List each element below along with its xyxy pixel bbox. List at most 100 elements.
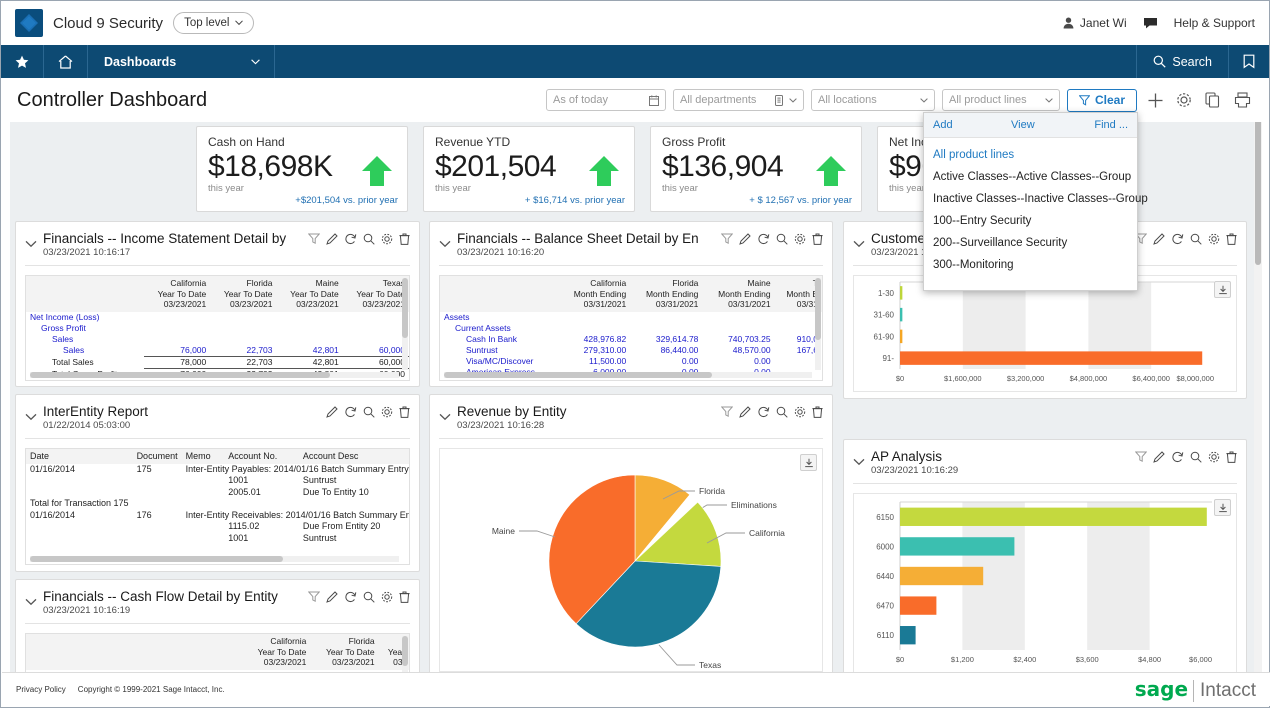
kpi-card-revenue-ytd[interactable]: Revenue YTD $201,504 this year + $16,714…: [423, 126, 635, 212]
panel-collapse-toggle[interactable]: [853, 449, 871, 471]
edit-icon[interactable]: [739, 233, 751, 245]
dropdown-find-link[interactable]: Find ...: [1094, 119, 1128, 131]
download-icon[interactable]: [1214, 281, 1231, 298]
canvas-scrollbar[interactable]: [1254, 113, 1262, 673]
bar[interactable]: [900, 626, 916, 644]
edit-icon[interactable]: [1153, 233, 1165, 245]
edit-icon[interactable]: [326, 591, 338, 603]
download-icon[interactable]: [800, 454, 817, 471]
chat-bubble-icon[interactable]: [1143, 17, 1158, 29]
filter-icon[interactable]: [308, 233, 320, 245]
panel-collapse-toggle[interactable]: [853, 231, 871, 253]
ap-analysis-chart[interactable]: 61506000644064706110$0$1,200$2,400$3,600…: [853, 493, 1237, 673]
dropdown-view-link[interactable]: View: [1011, 119, 1094, 131]
table-row[interactable]: 1115.02Due From Entity 20200: [26, 521, 410, 533]
filter-icon[interactable]: [1135, 451, 1147, 463]
as-of-date-input[interactable]: As of today: [546, 89, 666, 111]
report-vertical-scrollbar[interactable]: [402, 278, 408, 370]
report-horizontal-scrollbar[interactable]: [444, 372, 812, 378]
table-row[interactable]: Total for Transaction 175: [26, 498, 410, 510]
dropdown-option[interactable]: 200--Surveillance Security: [924, 232, 1137, 254]
search-icon[interactable]: [776, 406, 788, 418]
department-filter[interactable]: All departments: [673, 89, 804, 111]
home-button[interactable]: [44, 45, 88, 78]
product-line-filter[interactable]: All product lines: [942, 89, 1060, 111]
gear-icon[interactable]: [381, 233, 393, 245]
print-icon[interactable]: [1231, 89, 1253, 111]
table-row[interactable]: Cash In Bank428,976.82329,614.78740,703.…: [440, 334, 822, 345]
table-row[interactable]: Net Income (Loss): [26, 312, 409, 323]
bar[interactable]: [900, 567, 983, 585]
panel-collapse-toggle[interactable]: [25, 589, 43, 611]
panel-collapse-toggle[interactable]: [25, 404, 43, 426]
refresh-icon[interactable]: [344, 233, 357, 245]
filter-icon[interactable]: [308, 591, 320, 603]
canvas-scrollbar-thumb[interactable]: [1255, 115, 1261, 265]
report-vertical-scrollbar[interactable]: [815, 278, 821, 370]
gear-icon[interactable]: [1208, 451, 1220, 463]
report-vertical-scrollbar[interactable]: [402, 636, 408, 673]
dropdown-add-link[interactable]: Add: [933, 119, 1011, 131]
table-row[interactable]: Petty Cash10,125.2518,000.0010,000.0050,…: [440, 378, 822, 382]
refresh-icon[interactable]: [344, 591, 357, 603]
panel-collapse-toggle[interactable]: [439, 404, 457, 426]
delete-icon[interactable]: [399, 591, 410, 603]
panel-collapse-toggle[interactable]: [25, 231, 43, 253]
table-row[interactable]: Sales76,00022,70342,80160,000: [26, 345, 409, 357]
dropdown-option[interactable]: All product lines: [924, 144, 1137, 166]
gear-icon[interactable]: [1208, 233, 1220, 245]
copy-icon[interactable]: [1202, 89, 1224, 111]
balance-sheet-report[interactable]: CaliforniaMonth Ending03/31/2021FloridaM…: [439, 275, 823, 381]
refresh-icon[interactable]: [757, 406, 770, 418]
table-row[interactable]: Suntrust279,310.0086,440.0048,570.00167,…: [440, 345, 822, 356]
dropdown-option[interactable]: Inactive Classes--Inactive Classes--Grou…: [924, 188, 1137, 210]
kpi-card-cash-on-hand[interactable]: Cash on Hand $18,698K this year +$201,50…: [196, 126, 408, 212]
gear-icon[interactable]: [1173, 89, 1195, 111]
gear-icon[interactable]: [794, 233, 806, 245]
cash-flow-report[interactable]: CaliforniaYear To Date03/23/2021FloridaY…: [25, 633, 410, 673]
dropdown-option[interactable]: 300--Monitoring: [924, 254, 1137, 276]
favorites-star-button[interactable]: [1, 45, 44, 78]
revenue-by-entity-chart[interactable]: FloridaEliminationsCaliforniaTexasMaine: [439, 448, 823, 672]
table-row[interactable]: Total Net Income (Loss)76,00022,70342,80…: [26, 380, 409, 381]
table-row[interactable]: Gross Profit: [26, 323, 409, 334]
gear-icon[interactable]: [794, 406, 806, 418]
bar[interactable]: [900, 308, 902, 321]
delete-icon[interactable]: [1226, 451, 1237, 463]
panel-collapse-toggle[interactable]: [439, 231, 457, 253]
top-level-selector[interactable]: Top level: [173, 12, 254, 34]
delete-icon[interactable]: [399, 406, 410, 418]
bar[interactable]: [900, 286, 902, 299]
search-icon[interactable]: [363, 406, 375, 418]
global-search-button[interactable]: Search: [1136, 45, 1228, 78]
table-row[interactable]: 1001Suntrust200: [26, 533, 410, 545]
table-row[interactable]: Assets: [440, 312, 822, 323]
table-row[interactable]: Current Assets: [440, 323, 822, 334]
interentity-report[interactable]: DateDocumentMemoAccount No.Account DescD…: [25, 448, 410, 565]
edit-icon[interactable]: [326, 233, 338, 245]
privacy-policy-link[interactable]: Privacy Policy: [16, 685, 66, 694]
delete-icon[interactable]: [812, 233, 823, 245]
income-statement-report[interactable]: CaliforniaYear To Date03/23/2021FloridaY…: [25, 275, 410, 381]
edit-icon[interactable]: [739, 406, 751, 418]
table-row[interactable]: 01/16/2014175Inter-Entity Payables: 2014…: [26, 464, 410, 476]
location-filter[interactable]: All locations: [811, 89, 935, 111]
search-icon[interactable]: [363, 591, 375, 603]
search-icon[interactable]: [776, 233, 788, 245]
gear-icon[interactable]: [381, 406, 393, 418]
edit-icon[interactable]: [326, 406, 338, 418]
bar[interactable]: [900, 508, 1207, 526]
help-and-support-link[interactable]: Help & Support: [1174, 16, 1255, 30]
search-icon[interactable]: [363, 233, 375, 245]
clear-filters-button[interactable]: Clear: [1067, 89, 1137, 112]
search-icon[interactable]: [1190, 233, 1202, 245]
add-icon[interactable]: [1144, 89, 1166, 111]
dropdown-option[interactable]: 100--Entry Security: [924, 210, 1137, 232]
bookmark-button[interactable]: [1228, 45, 1269, 78]
filter-icon[interactable]: [721, 406, 733, 418]
refresh-icon[interactable]: [1171, 233, 1184, 245]
download-icon[interactable]: [1214, 499, 1231, 516]
edit-icon[interactable]: [1153, 451, 1165, 463]
search-icon[interactable]: [1190, 451, 1202, 463]
bar[interactable]: [900, 330, 902, 343]
